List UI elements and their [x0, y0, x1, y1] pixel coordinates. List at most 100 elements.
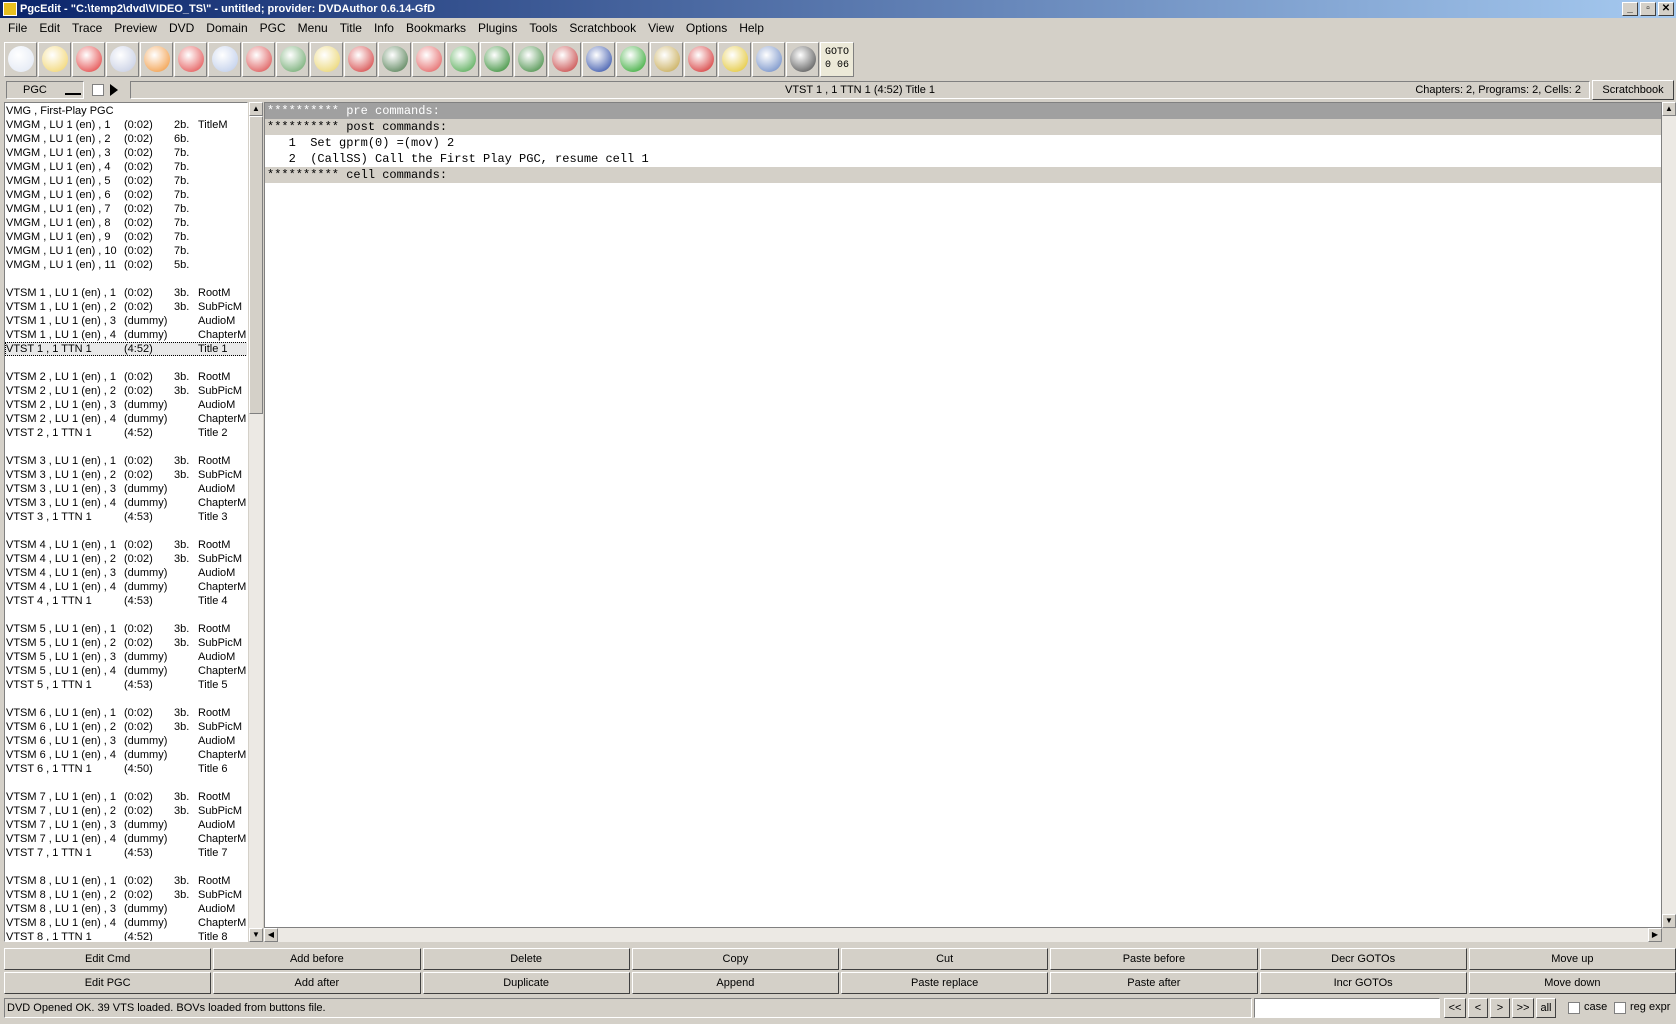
pgc-list-item[interactable] [5, 272, 247, 286]
pgc-list-item[interactable]: VMGM , LU 1 (en) , 4 (0:02) 7b. [5, 160, 247, 174]
pgc-list-item[interactable]: VTSM 2 , LU 1 (en) , 2 (0:02) 3b. SubPicM [5, 384, 247, 398]
paste-replace-button[interactable]: Paste replace [841, 972, 1049, 994]
pgc-list-item[interactable]: VTSM 6 , LU 1 (en) , 1 (0:02) 3b. RootM [5, 706, 247, 720]
pgc-list-item[interactable]: VTSM 5 , LU 1 (en) , 1 (0:02) 3b. RootM [5, 622, 247, 636]
open-dvd-button[interactable] [4, 41, 37, 77]
command-hscrollbar[interactable]: ◀ ▶ [264, 928, 1662, 942]
command-section-header[interactable]: ********** pre commands: [265, 103, 1661, 119]
menu-title[interactable]: Title [334, 21, 368, 35]
cross-film-button[interactable] [582, 41, 615, 77]
pgc-list-item[interactable]: VTSM 6 , LU 1 (en) , 3 (dummy) AudioM [5, 734, 247, 748]
edit-cmd-button[interactable]: Edit Cmd [4, 948, 212, 970]
pgc-list-item[interactable]: VTSM 7 , LU 1 (en) , 1 (0:02) 3b. RootM [5, 790, 247, 804]
menu-trace[interactable]: Trace [66, 21, 108, 35]
menu-plugins[interactable]: Plugins [472, 21, 523, 35]
paste-after-button[interactable]: Paste after [1050, 972, 1258, 994]
pgc-list-item[interactable]: VTST 7 , 1 TTN 1 (4:53) Title 7 [5, 846, 247, 860]
menu-preview[interactable]: Preview [108, 21, 163, 35]
search-first-button[interactable]: << [1444, 998, 1466, 1018]
pgc-list-item[interactable]: VTST 5 , 1 TTN 1 (4:53) Title 5 [5, 678, 247, 692]
pgc-list-item[interactable] [5, 692, 247, 706]
turtle-button[interactable] [514, 41, 547, 77]
command-panel[interactable]: ********** pre commands: ********** post … [264, 102, 1662, 928]
menu-tools[interactable]: Tools [523, 21, 563, 35]
pgc-list-item[interactable]: VMGM , LU 1 (en) , 2 (0:02) 6b. [5, 132, 247, 146]
pgc-list-item[interactable]: VTSM 8 , LU 1 (en) , 1 (0:02) 3b. RootM [5, 874, 247, 888]
disc-edit-button[interactable] [242, 41, 275, 77]
menu-dvd[interactable]: DVD [163, 21, 200, 35]
add-after-button[interactable]: Add after [213, 972, 421, 994]
pgc-list-item[interactable]: VTSM 7 , LU 1 (en) , 2 (0:02) 3b. SubPicM [5, 804, 247, 818]
pgc-list-item[interactable]: VMGM , LU 1 (en) , 5 (0:02) 7b. [5, 174, 247, 188]
menu-help[interactable]: Help [733, 21, 770, 35]
pgc-checkbox[interactable] [92, 84, 104, 96]
command-line[interactable]: 1 Set gprm(0) =(mov) 2 [265, 135, 1661, 151]
pgc-list-item[interactable]: VMGM , LU 1 (en) , 3 (0:02) 7b. [5, 146, 247, 160]
menu-file[interactable]: File [2, 21, 33, 35]
pgc-list-item[interactable]: VTSM 1 , LU 1 (en) , 3 (dummy) AudioM [5, 314, 247, 328]
copy-pages-button[interactable] [412, 41, 445, 77]
pgc-list-item[interactable]: VTSM 4 , LU 1 (en) , 1 (0:02) 3b. RootM [5, 538, 247, 552]
home-button[interactable] [140, 41, 173, 77]
pgc-list-item[interactable]: VTST 8 , 1 TTN 1 (4:52) Title 8 [5, 930, 247, 941]
disc-compare-button[interactable] [208, 41, 241, 77]
menu-scratchbook[interactable]: Scratchbook [563, 21, 642, 35]
pgc-list-item[interactable]: VTSM 7 , LU 1 (en) , 4 (dummy) ChapterM [5, 832, 247, 846]
reload-button[interactable] [72, 41, 105, 77]
pgc-domain-select[interactable]: PGC [6, 81, 84, 99]
pgc-list-item[interactable]: VMGM , LU 1 (en) , 7 (0:02) 7b. [5, 202, 247, 216]
open-folder-button[interactable] [38, 41, 71, 77]
pgc-list-item[interactable] [5, 440, 247, 454]
menu-button[interactable] [616, 41, 649, 77]
scrollbar-thumb[interactable] [249, 116, 263, 414]
pgc-list-item[interactable]: VTSM 2 , LU 1 (en) , 3 (dummy) AudioM [5, 398, 247, 412]
scroll-right-icon[interactable]: ▶ [1648, 928, 1662, 942]
scroll-left-icon[interactable]: ◀ [264, 928, 278, 942]
pgc-list-item[interactable]: VMGM , LU 1 (en) , 1 (0:02) 2b. TitleM [5, 118, 247, 132]
pgc-list-item[interactable]: VTSM 7 , LU 1 (en) , 3 (dummy) AudioM [5, 818, 247, 832]
scroll-up-icon[interactable]: ▲ [249, 102, 263, 116]
eye-button[interactable] [752, 41, 785, 77]
scroll-down-icon[interactable]: ▼ [249, 928, 263, 942]
pgc-list-item[interactable]: VTSM 1 , LU 1 (en) , 1 (0:02) 3b. RootM [5, 286, 247, 300]
pgc-list-item[interactable]: VTSM 4 , LU 1 (en) , 3 (dummy) AudioM [5, 566, 247, 580]
document-green-button[interactable] [276, 41, 309, 77]
search-last-button[interactable]: >> [1512, 998, 1534, 1018]
minimize-button[interactable]: _ [1622, 2, 1638, 16]
pgc-list-item[interactable]: VTSM 1 , LU 1 (en) , 4 (dummy) ChapterM [5, 328, 247, 342]
menu-domain[interactable]: Domain [200, 21, 253, 35]
scratchbook-button[interactable]: Scratchbook [1592, 80, 1674, 100]
duplicate-button[interactable]: Duplicate [422, 972, 630, 994]
pgc-list-item[interactable]: VTSM 4 , LU 1 (en) , 4 (dummy) ChapterM [5, 580, 247, 594]
chain-link-button[interactable] [650, 41, 683, 77]
pgc-list-item[interactable] [5, 608, 247, 622]
menu-bookmarks[interactable]: Bookmarks [400, 21, 472, 35]
append-button[interactable]: Append [631, 972, 839, 994]
pgc-list-item[interactable]: VTSM 2 , LU 1 (en) , 4 (dummy) ChapterM [5, 412, 247, 426]
menu-info[interactable]: Info [368, 21, 400, 35]
pgc-list-item[interactable]: VTSM 4 , LU 1 (en) , 2 (0:02) 3b. SubPicM [5, 552, 247, 566]
menu-edit[interactable]: Edit [33, 21, 66, 35]
scroll-down-icon[interactable]: ▼ [1662, 914, 1676, 928]
checkmark-disc-button[interactable] [344, 41, 377, 77]
pgc-list-item[interactable] [5, 860, 247, 874]
menu-menu[interactable]: Menu [292, 21, 334, 35]
cut-button[interactable]: Cut [841, 948, 1049, 970]
search-input[interactable] [1254, 998, 1440, 1018]
pgc-list-item[interactable]: VTSM 8 , LU 1 (en) , 2 (0:02) 3b. SubPicM [5, 888, 247, 902]
pgc-list-item[interactable]: VMGM , LU 1 (en) , 10 (0:02) 7b. [5, 244, 247, 258]
move-down-button[interactable]: Move down [1468, 972, 1676, 994]
pgc-list-item[interactable]: VTSM 6 , LU 1 (en) , 4 (dummy) ChapterM [5, 748, 247, 762]
pgc-list-scrollbar[interactable]: ▲ ▼ [249, 102, 263, 942]
delete-button[interactable]: Delete [422, 948, 630, 970]
pgc-list-item[interactable]: VTSM 5 , LU 1 (en) , 2 (0:02) 3b. SubPicM [5, 636, 247, 650]
scroll-up-icon[interactable]: ▲ [1662, 102, 1676, 116]
search-next-button[interactable]: > [1490, 998, 1510, 1018]
disc-3d-button[interactable] [378, 41, 411, 77]
incr-gotos-button[interactable]: Incr GOTOs [1259, 972, 1467, 994]
pgc-list-item[interactable] [5, 524, 247, 538]
command-vscrollbar[interactable]: ▲ ▼ [1662, 102, 1676, 928]
paste-before-button[interactable]: Paste before [1050, 948, 1258, 970]
pgc-list-item[interactable]: VMGM , LU 1 (en) , 6 (0:02) 7b. [5, 188, 247, 202]
move-up-button[interactable]: Move up [1468, 948, 1676, 970]
